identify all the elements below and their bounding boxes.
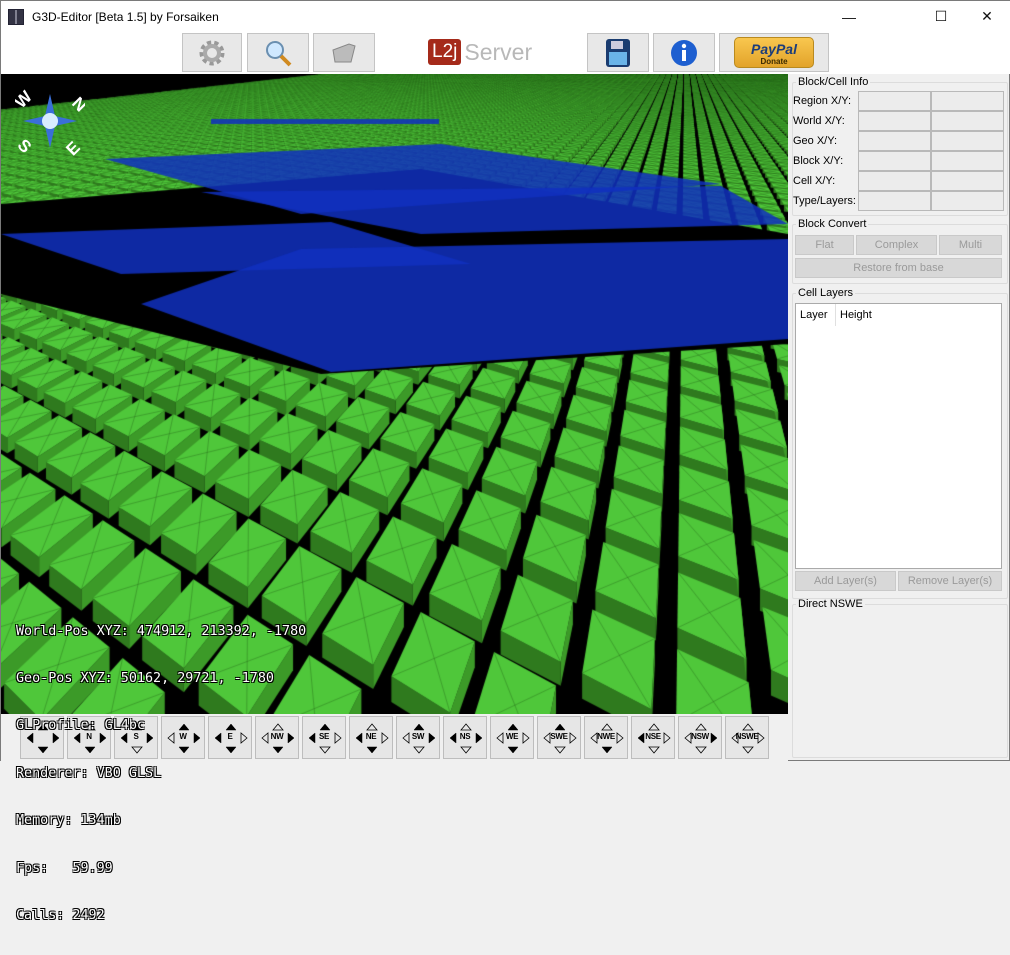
info-icon <box>671 39 697 66</box>
nswe-button-label: SW <box>411 732 425 741</box>
stat-calls: Calls: 2492 <box>16 907 105 923</box>
nswe-button-label: NWE <box>597 732 615 741</box>
nswe-button-nwe[interactable]: NWE <box>584 716 628 759</box>
nswe-button-label: NS <box>459 732 471 741</box>
info-value-y <box>931 151 1004 171</box>
nswe-button-swe[interactable]: SWE <box>537 716 581 759</box>
3d-viewport[interactable]: N W S E World-Pos XYZ: 474912, 213392, -… <box>1 74 788 923</box>
direct-nswe-group: Direct NSWE <box>792 598 1008 758</box>
paypal-brand: PayPal <box>751 41 797 57</box>
stat-world-pos: World-Pos XYZ: 474912, 213392, -1780 <box>16 623 307 639</box>
nswe-button-label: NSE <box>645 732 661 741</box>
window-title: G3D-Editor [Beta 1.5] by Forsaiken <box>32 9 219 24</box>
info-value-x <box>858 191 931 211</box>
compass-s: S <box>15 135 35 156</box>
info-value-x <box>858 91 931 111</box>
info-row-label: Type/Layers: <box>793 195 856 207</box>
remove-layers-button[interactable]: Remove Layer(s) <box>898 571 1002 591</box>
info-value-y <box>931 131 1004 151</box>
l2j-server-logo: L2j Server <box>428 37 532 67</box>
floppy-save-icon <box>606 38 630 67</box>
compass-w: W <box>15 86 36 111</box>
info-value-y <box>931 111 1004 131</box>
nswe-button-nse[interactable]: NSE <box>631 716 675 759</box>
info-row-label: Cell X/Y: <box>793 175 836 187</box>
restore-from-base-button[interactable]: Restore from base <box>795 258 1002 278</box>
nswe-button-we[interactable]: WE <box>490 716 534 759</box>
info-value-y <box>931 191 1004 211</box>
info-value-x <box>858 151 931 171</box>
nswe-button-label: NSWE <box>735 732 759 741</box>
stat-geo-pos: Geo-Pos XYZ: 50162, 29721, -1780 <box>16 670 274 686</box>
stat-glprofile: GLProfile: GL4bc <box>16 718 145 734</box>
search-button[interactable] <box>247 33 309 72</box>
side-panel: Block/Cell Info Region X/Y: World X/Y: G… <box>791 74 1010 762</box>
compass-n: N <box>68 93 85 115</box>
add-layers-button[interactable]: Add Layer(s) <box>795 571 896 591</box>
nswe-button-label: NSW <box>691 732 709 741</box>
info-value-x <box>858 111 931 131</box>
nswe-button-label: SWE <box>550 732 568 741</box>
info-row-label: Geo X/Y: <box>793 135 838 147</box>
info-value-x <box>858 131 931 151</box>
nswe-button-label: NE <box>365 732 377 741</box>
nswe-button-ns[interactable]: NS <box>443 716 487 759</box>
logo-l2j: L2j <box>428 39 462 65</box>
minimize-button[interactable]: — <box>826 1 872 32</box>
nswe-button-label: WE <box>505 732 519 741</box>
toolbar: L2j Server PayPal Donate <box>1 32 1010 74</box>
nswe-button-label: SE <box>318 732 330 741</box>
folder-icon <box>332 42 356 62</box>
nswe-button-sw[interactable]: SW <box>396 716 440 759</box>
app-icon <box>8 8 24 25</box>
complex-button[interactable]: Complex <box>856 235 937 255</box>
info-row-label: Block X/Y: <box>793 155 844 167</box>
paypal-logo: PayPal Donate <box>734 37 814 68</box>
stat-memory: Memory: 134mb <box>16 813 121 829</box>
multi-button[interactable]: Multi <box>939 235 1002 255</box>
info-value-y <box>931 171 1004 191</box>
gear-icon <box>199 40 225 65</box>
open-button[interactable] <box>313 33 375 72</box>
close-button[interactable]: ✕ <box>964 1 1010 32</box>
compass-icon: N W S E <box>15 86 85 156</box>
logo-server: Server <box>464 38 533 65</box>
column-divider <box>835 304 836 326</box>
column-height[interactable]: Height <box>840 309 872 321</box>
compass-e: E <box>62 138 83 156</box>
cell-layers-title: Cell Layers <box>798 287 854 299</box>
stat-renderer: Renderer: VBO GLSL <box>16 765 162 781</box>
info-value-y <box>931 91 1004 111</box>
info-row-label: World X/Y: <box>793 115 845 127</box>
stat-fps: Fps: 59.99 <box>16 860 113 876</box>
block-convert-title: Block Convert <box>798 218 867 230</box>
settings-button[interactable] <box>182 33 242 72</box>
block-cell-info-title: Block/Cell Info <box>798 76 869 88</box>
flat-button[interactable]: Flat <box>795 235 854 255</box>
column-layer[interactable]: Layer <box>800 309 828 321</box>
nswe-button-nsw[interactable]: NSW <box>678 716 722 759</box>
nswe-button-ne[interactable]: NE <box>349 716 393 759</box>
cell-layers-table[interactable]: Layer Height <box>795 303 1002 569</box>
nswe-button-se[interactable]: SE <box>302 716 346 759</box>
magnifier-icon <box>266 40 292 66</box>
stats-overlay: World-Pos XYZ: 474912, 213392, -1780 Geo… <box>16 592 306 955</box>
title-bar: G3D-Editor [Beta 1.5] by Forsaiken — ☐ ✕ <box>1 1 1010 32</box>
info-value-x <box>858 171 931 191</box>
nswe-button-nswe[interactable]: NSWE <box>725 716 769 759</box>
info-row-label: Region X/Y: <box>793 95 852 107</box>
direct-nswe-title: Direct NSWE <box>798 598 863 610</box>
paypal-donate-button[interactable]: PayPal Donate <box>719 33 829 72</box>
paypal-donate-label: Donate <box>760 57 788 66</box>
save-button[interactable] <box>587 33 649 72</box>
maximize-button[interactable]: ☐ <box>918 1 964 32</box>
info-button[interactable] <box>653 33 715 72</box>
